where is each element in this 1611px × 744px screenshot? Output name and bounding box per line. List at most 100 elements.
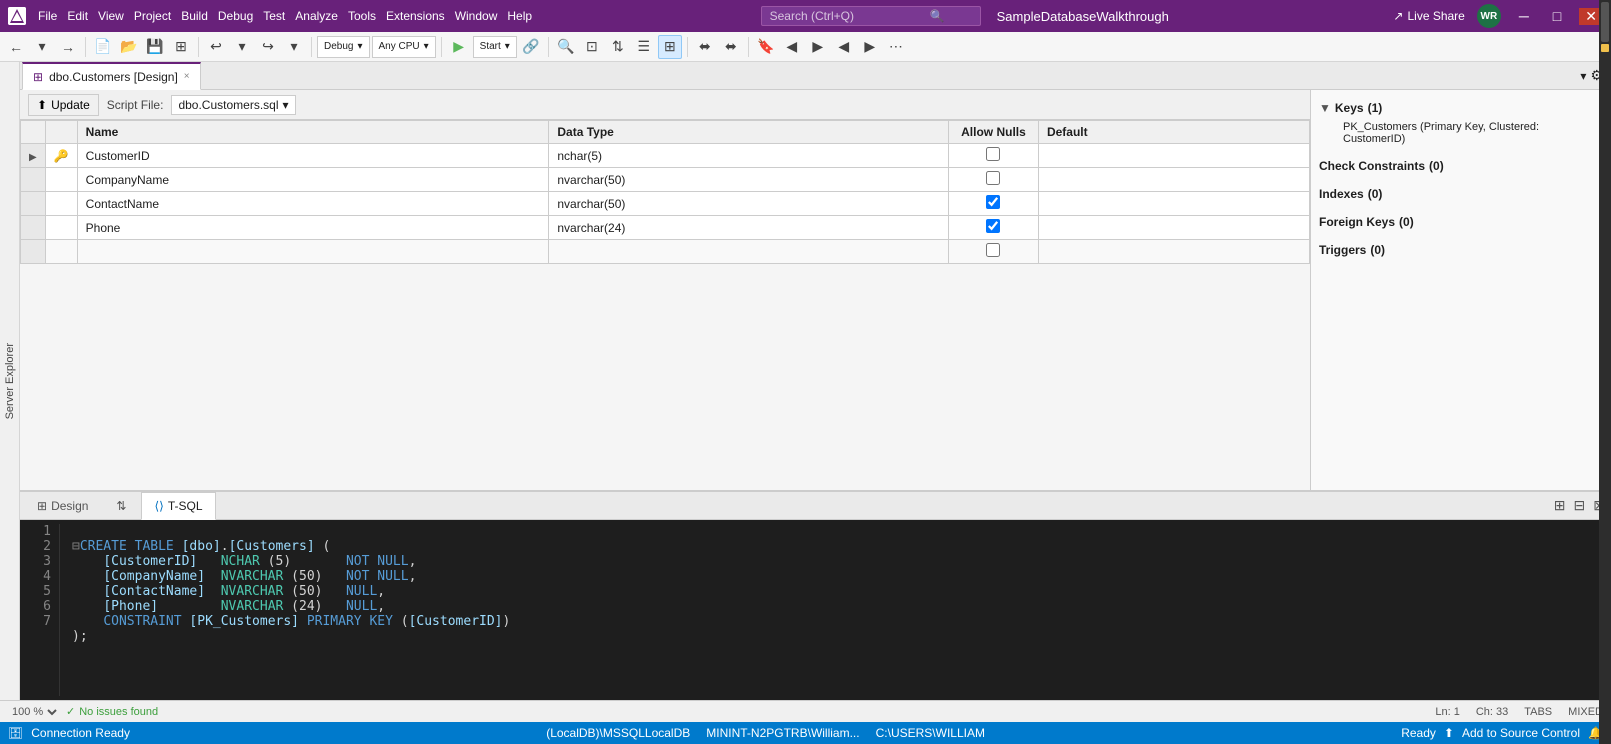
menu-edit[interactable]: Edit <box>63 7 92 25</box>
redo-dropdown[interactable]: ▾ <box>282 35 306 59</box>
menu-view[interactable]: View <box>94 7 128 25</box>
split-h-icon[interactable]: ⊟ <box>1572 495 1588 516</box>
menu-analyze[interactable]: Analyze <box>291 7 342 25</box>
prev-bookmark-button[interactable]: ◀ <box>780 35 804 59</box>
save-all-button[interactable]: ⊞ <box>169 35 193 59</box>
allow-nulls-checkbox[interactable] <box>986 171 1000 185</box>
open-file-button[interactable]: 📂 <box>117 35 141 59</box>
menu-project[interactable]: Project <box>130 7 175 25</box>
expand-icon[interactable]: ⊞ <box>1552 495 1568 516</box>
row-datatype-cell[interactable]: nvarchar(50) <box>549 168 949 192</box>
row-name-cell[interactable] <box>77 240 549 264</box>
tab-close-button[interactable]: × <box>184 71 190 82</box>
script-label: Script File: <box>107 98 164 112</box>
foreign-keys-section: Foreign Keys (0) <box>1319 212 1603 232</box>
tab-dropdown-button[interactable]: ▾ <box>1580 69 1586 83</box>
grid-button[interactable]: ⊞ <box>658 35 682 59</box>
row-indicator-cell <box>21 192 46 216</box>
back-button[interactable]: ← <box>4 35 28 59</box>
sort-arrows-icon: ⇅ <box>116 499 126 513</box>
sort-icon-tab[interactable]: ⇅ <box>103 492 139 520</box>
allow-nulls-checkbox[interactable] <box>986 243 1000 257</box>
design-tab[interactable]: ⊞ Design <box>24 492 101 520</box>
indexes-header[interactable]: Indexes (0) <box>1319 184 1603 204</box>
code-editor[interactable]: 1 2 3 4 5 6 7 ⊟CREATE TABLE [dbo].[Custo… <box>20 520 1611 700</box>
script-file-dropdown[interactable]: dbo.Customers.sql ▾ <box>171 95 295 115</box>
list-button[interactable]: ☰ <box>632 35 656 59</box>
menu-window[interactable]: Window <box>451 7 502 25</box>
clear-bookmarks-button[interactable]: ▶ <box>858 35 882 59</box>
window-button[interactable]: ⊡ <box>580 35 604 59</box>
zoom-select[interactable]: 100 % 75 % 125 % <box>8 705 60 719</box>
tsql-tab[interactable]: ⟨⟩ T-SQL <box>141 492 215 520</box>
check-constraints-header[interactable]: Check Constraints (0) <box>1319 156 1603 176</box>
attach-button[interactable]: 🔗 <box>519 35 543 59</box>
tab-bar: ⊞ dbo.Customers [Design] × ▾ ⚙ <box>20 62 1611 90</box>
menu-help[interactable]: Help <box>503 7 536 25</box>
menu-test[interactable]: Test <box>259 7 289 25</box>
row-name-cell[interactable]: ContactName <box>77 192 549 216</box>
row-pk-cell: 🔑 <box>45 144 77 168</box>
search-bar[interactable]: 🔍 <box>761 6 981 26</box>
cpu-config-dropdown[interactable]: Any CPU ▾ <box>372 36 436 58</box>
nav-button[interactable]: ⇅ <box>606 35 630 59</box>
row-default-cell[interactable] <box>1038 168 1309 192</box>
check-icon: ✓ <box>66 705 75 718</box>
row-datatype-cell[interactable]: nvarchar(50) <box>549 192 949 216</box>
row-default-cell[interactable] <box>1038 144 1309 168</box>
start-dropdown[interactable]: Start ▾ <box>473 36 517 58</box>
menu-debug[interactable]: Debug <box>214 7 257 25</box>
menu-extensions[interactable]: Extensions <box>382 7 449 25</box>
allow-nulls-checkbox[interactable] <box>986 147 1000 161</box>
row-name-cell[interactable]: Phone <box>77 216 549 240</box>
outdent-button[interactable]: ⬌ <box>719 35 743 59</box>
restore-button[interactable]: □ <box>1547 8 1567 24</box>
save-button[interactable]: 💾 <box>143 35 167 59</box>
indent-button[interactable]: ⬌ <box>693 35 717 59</box>
debug-config-dropdown[interactable]: Debug ▾ <box>317 36 370 58</box>
update-button[interactable]: ⬆ Update <box>28 94 99 116</box>
live-share-button[interactable]: ↗ Live Share <box>1393 9 1464 23</box>
bookmark-button[interactable]: 🔖 <box>754 35 778 59</box>
next-bookmark-button[interactable]: ▶ <box>806 35 830 59</box>
new-file-button[interactable]: 📄 <box>91 35 115 59</box>
minimize-button[interactable]: ─ <box>1513 8 1535 24</box>
extra-button[interactable]: ⋯ <box>884 35 908 59</box>
search-nav-button[interactable]: 🔍 <box>554 35 578 59</box>
title-bar-center: 🔍 SampleDatabaseWalkthrough <box>761 6 1169 26</box>
db-icon: ⊞ <box>33 70 43 84</box>
allow-nulls-checkbox[interactable] <box>986 195 1000 209</box>
menu-tools[interactable]: Tools <box>344 7 380 25</box>
redo-button[interactable]: ↪ <box>256 35 280 59</box>
row-datatype-cell[interactable] <box>549 240 949 264</box>
search-input[interactable] <box>770 9 930 23</box>
menu-build[interactable]: Build <box>177 7 212 25</box>
row-default-cell[interactable] <box>1038 192 1309 216</box>
menu-file[interactable]: File <box>34 7 61 25</box>
keys-header[interactable]: ▼ Keys (1) <box>1319 98 1603 118</box>
dropdown-arrow[interactable]: ▾ <box>30 35 54 59</box>
row-datatype-cell[interactable]: nchar(5) <box>549 144 949 168</box>
separator-6 <box>687 37 688 57</box>
undo-button[interactable]: ↩ <box>204 35 228 59</box>
row-name-cell[interactable]: CustomerID <box>77 144 549 168</box>
row-default-cell[interactable] <box>1038 216 1309 240</box>
foreign-keys-header[interactable]: Foreign Keys (0) <box>1319 212 1603 232</box>
row-name-cell[interactable]: CompanyName <box>77 168 549 192</box>
active-tab[interactable]: ⊞ dbo.Customers [Design] × <box>22 62 201 90</box>
code-scrollbar[interactable] <box>1599 520 1611 700</box>
row-datatype-cell[interactable]: nvarchar(24) <box>549 216 949 240</box>
col-indicator <box>21 121 46 144</box>
start-button[interactable]: ▶ <box>447 35 471 59</box>
row-default-cell[interactable] <box>1038 240 1309 264</box>
forward-button[interactable]: → <box>56 35 80 59</box>
grid-container[interactable]: Name Data Type Allow Nulls Default ▶🔑Cus… <box>20 120 1310 490</box>
server-explorer-panel[interactable]: Server Explorer <box>0 62 20 700</box>
triggers-header[interactable]: Triggers (0) <box>1319 240 1603 260</box>
footer-left: 100 % 75 % 125 % ✓ No issues found <box>8 705 158 719</box>
allow-nulls-checkbox[interactable] <box>986 219 1000 233</box>
collapse-icon: ▼ <box>1319 101 1331 115</box>
col-datatype-header: Data Type <box>549 121 949 144</box>
bookmark-list-button[interactable]: ◀ <box>832 35 856 59</box>
undo-dropdown[interactable]: ▾ <box>230 35 254 59</box>
